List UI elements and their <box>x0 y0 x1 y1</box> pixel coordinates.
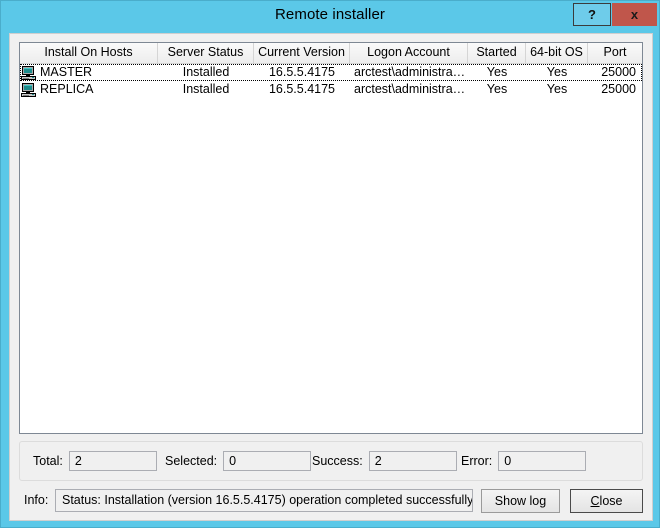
cell-os64: Yes <box>546 65 568 79</box>
cell-host: MASTER <box>20 64 158 81</box>
stat-error: Error: 0 <box>461 451 587 471</box>
stat-error-label: Error: <box>461 454 493 468</box>
column-header-port[interactable]: Port <box>588 43 642 64</box>
close-button-accel: C <box>590 494 600 508</box>
stat-success: Success: 2 <box>312 451 457 471</box>
computer-icon <box>21 65 37 80</box>
cell-port: 25000 <box>601 82 636 96</box>
cell-logon_account: arctest\administra… <box>354 82 466 96</box>
close-button-label: lose <box>599 494 623 508</box>
table-row[interactable]: REPLICA Installed 16.5.5.4175 arctest\admin… <box>20 81 642 98</box>
stat-total: Total: 2 <box>33 451 157 471</box>
cell-server_status: Installed <box>182 82 230 96</box>
column-header-install-on-hosts[interactable]: Install On Hosts <box>20 43 158 64</box>
computer-icon <box>21 82 37 97</box>
stat-selected: Selected: 0 <box>165 451 312 471</box>
help-button[interactable]: ? <box>573 3 611 26</box>
stat-total-label: Total: <box>33 454 63 468</box>
column-header-server-status[interactable]: Server Status <box>158 43 254 64</box>
title-bar: Remote installer ? x <box>1 1 659 31</box>
cell-current_version: 16.5.5.4175 <box>268 65 336 79</box>
cell-os64: Yes <box>546 82 568 96</box>
column-header-current-version[interactable]: Current Version <box>254 43 350 64</box>
column-header-64-bit-os[interactable]: 64-bit OS <box>526 43 588 64</box>
dialog-client-area: Install On Hosts Server Status Current Ver… <box>9 33 653 521</box>
column-header-logon-account[interactable]: Logon Account <box>350 43 468 64</box>
close-button[interactable]: Close <box>570 489 643 513</box>
host-name: REPLICA <box>40 82 94 96</box>
stat-success-label: Success: <box>312 454 363 468</box>
list-rows: MASTER Installed 16.5.5.4175 arctest\admini… <box>20 64 642 98</box>
cell-current_version: 16.5.5.4175 <box>268 82 336 96</box>
info-label: Info: <box>24 493 49 507</box>
stat-error-value: 0 <box>498 451 587 471</box>
host-name: MASTER <box>40 65 93 79</box>
info-status-text: Status: Installation (version 16.5.5.417… <box>55 489 473 512</box>
stat-selected-value: 0 <box>223 451 312 471</box>
list-header-row: Install On Hosts Server Status Current Ver… <box>20 43 642 64</box>
cell-started: Yes <box>486 82 508 96</box>
table-row[interactable]: MASTER Installed 16.5.5.4175 arctest\admini… <box>20 64 642 81</box>
hosts-list-view[interactable]: Install On Hosts Server Status Current Ver… <box>19 42 643 434</box>
window-title: Remote installer <box>275 6 385 23</box>
close-window-button[interactable]: x <box>612 3 657 26</box>
cell-started: Yes <box>486 65 508 79</box>
show-log-button[interactable]: Show log <box>481 489 560 513</box>
cell-logon_account: arctest\administra… <box>354 65 466 79</box>
column-header-started[interactable]: Started <box>468 43 526 64</box>
cell-port: 25000 <box>601 65 636 79</box>
stat-success-value: 2 <box>368 451 457 471</box>
info-row: Info: Status: Installation (version 16.5… <box>19 489 643 513</box>
cell-host: REPLICA <box>20 81 158 98</box>
cell-server_status: Installed <box>182 65 230 79</box>
stat-total-value: 2 <box>68 451 157 471</box>
stat-selected-label: Selected: <box>165 454 218 468</box>
remote-installer-window: Remote installer ? x Install On Hosts Ser… <box>0 0 660 528</box>
statistics-group: Total: 2 Selected: 0 Success: 2 Error: 0 <box>19 441 643 481</box>
